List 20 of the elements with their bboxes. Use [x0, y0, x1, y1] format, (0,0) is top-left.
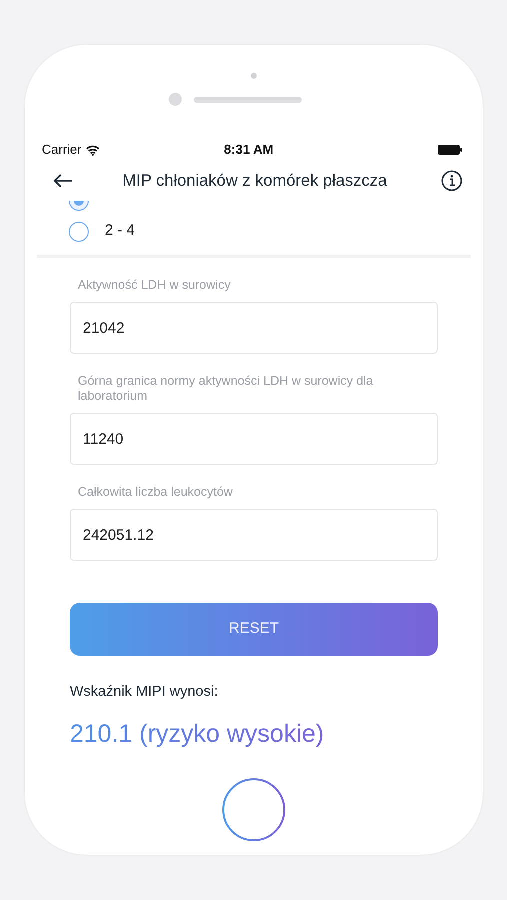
field-label: Całkowita liczba leukocytów	[77, 485, 234, 500]
battery-icon	[438, 145, 463, 155]
back-arrow-icon[interactable]	[53, 174, 73, 188]
wifi-icon	[86, 144, 100, 156]
clock-time: 8:31 AM	[224, 141, 274, 160]
info-icon[interactable]	[441, 170, 463, 192]
camera-dot	[168, 93, 182, 106]
input-field[interactable]: 21042	[70, 302, 438, 354]
field-label: Aktywność LDH w surowicy	[77, 278, 232, 293]
result-label: Wskaźnik MIPI wynosi:	[70, 683, 220, 702]
radio-button[interactable]	[69, 222, 89, 242]
input-field[interactable]: 11240	[70, 413, 438, 465]
radio-button[interactable]	[69, 201, 89, 211]
screen-title: MIP chłoniaków z komórek płaszcza	[122, 170, 388, 192]
carrier-label: Carrier	[42, 141, 82, 160]
field-label: Górna granica normy aktywności LDH w surowicy dla laboratorium	[77, 374, 374, 404]
sensor-dot	[251, 73, 257, 79]
input-field[interactable]: 242051.12	[70, 509, 438, 561]
home-button[interactable]	[222, 778, 286, 842]
option-label[interactable]: 2 - 4	[105, 220, 136, 243]
